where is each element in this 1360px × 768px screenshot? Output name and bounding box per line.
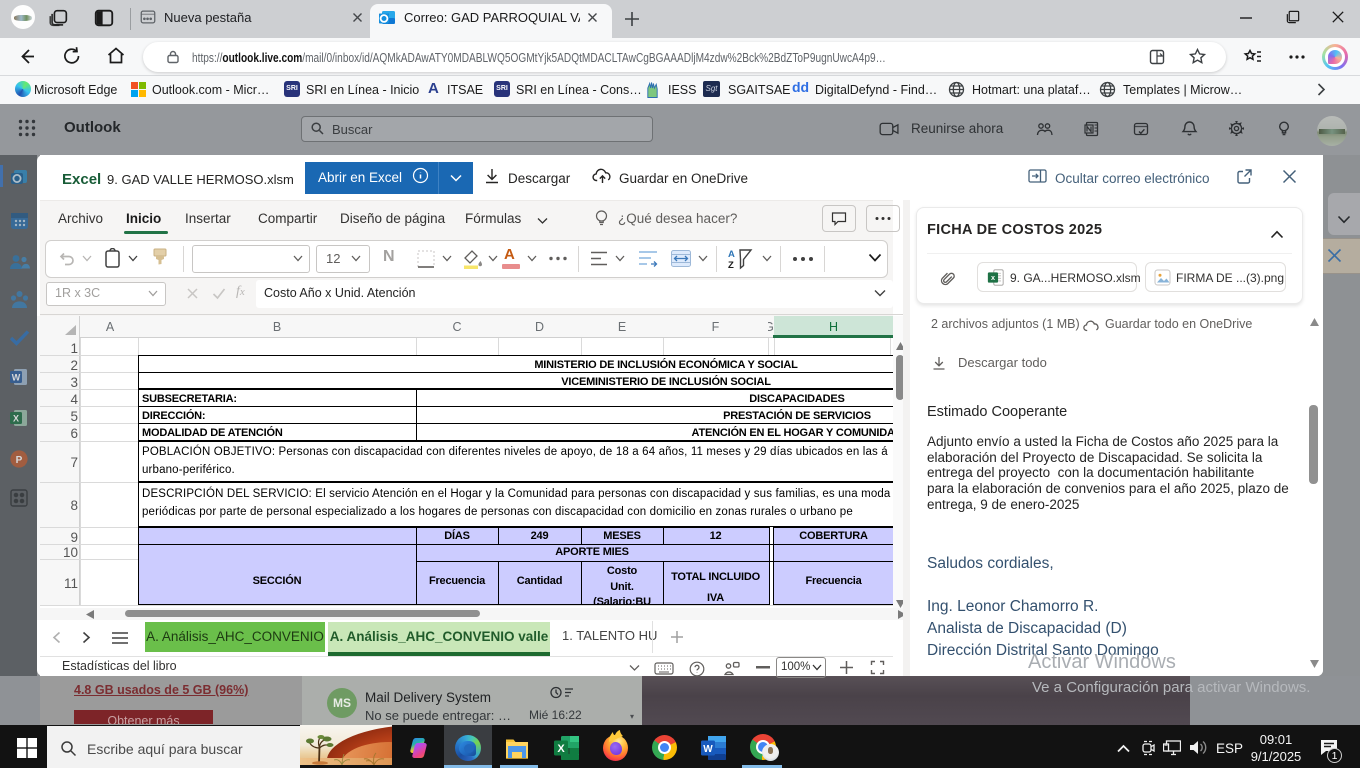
svg-text:Z: Z bbox=[728, 260, 734, 270]
svg-text:x: x bbox=[991, 273, 995, 282]
svg-text:A: A bbox=[728, 249, 735, 260]
svg-text:X: X bbox=[557, 743, 565, 755]
svg-text:W: W bbox=[703, 744, 713, 755]
